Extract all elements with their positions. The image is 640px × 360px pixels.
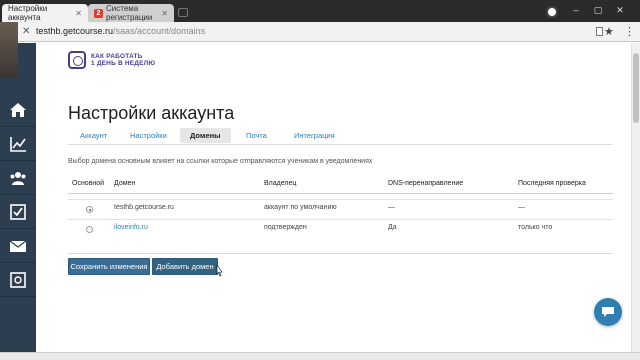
school-logo[interactable]: КАК РАБОТАТЬ 1 ДЕНЬ В НЕДЕЛЮ [68,51,155,69]
tab-integration[interactable]: Интеграция [294,128,335,143]
save-changes-button[interactable]: Сохранить изменения [68,258,150,275]
browser-tab-label: Настройки аккаунта [8,4,48,22]
page-icon[interactable] [596,27,603,36]
sidebar-item-home[interactable] [0,93,36,127]
sidebar-item-stats[interactable] [0,127,36,161]
owner-cell: подтвержден [264,224,307,231]
left-sidebar [0,43,36,352]
table-header: Основной Домен Владелец DNS-перенаправле… [68,179,613,194]
safe-icon [10,271,26,288]
table-row: iloveinfo.ru подтвержден Да только что [68,219,613,239]
minimize-icon[interactable]: – [570,5,582,15]
url-path: /saas/account/domains [113,26,206,36]
mouse-cursor-icon [216,265,223,277]
mail-icon [9,240,27,252]
col-main: Основной [72,180,105,187]
main-content: КАК РАБОТАТЬ 1 ДЕНЬ В НЕДЕЛЮ Настройки а… [36,43,631,352]
col-last-check: Последняя проверка [518,180,586,187]
url-domain: testhb.getcourse.ru [36,26,114,36]
sidebar-item-mail[interactable] [0,229,36,263]
tab-settings[interactable]: Настройки [130,128,167,143]
col-owner: Владелец [264,180,297,187]
browser-menu-icon[interactable]: ⋮ [624,25,635,38]
tab-domains[interactable]: Домены [180,128,231,143]
chart-icon [10,136,26,152]
close-icon[interactable]: ✕ [75,9,82,18]
logo-line-2: 1 ДЕНЬ В НЕДЕЛЮ [91,60,156,67]
domain-link[interactable]: iloveinfo.ru [114,224,148,231]
close-window-icon[interactable]: ✕ [614,5,626,15]
table-row: testhb.getcourse.ru аккаунт по умолчанию… [68,199,613,219]
dns-cell: Да [388,224,397,231]
main-domain-radio[interactable] [86,226,93,233]
domain-hint-text: Выбор домена основным влияет на ссылки к… [68,158,373,165]
address-bar: ✕ testhb.getcourse.ru/saas/account/domai… [0,22,640,42]
sidebar-item-users[interactable] [0,161,36,195]
dns-cell: — [388,204,395,211]
browser-tab-bar: Настройки аккаунта ✕ 2 Система регистрац… [0,0,640,22]
logo-text: КАК РАБОТАТЬ 1 ДЕНЬ В НЕДЕЛЮ [91,53,155,67]
users-icon [10,171,26,185]
last-check-cell: только что [518,224,553,231]
url-field[interactable]: testhb.getcourse.ru/saas/account/domains [36,26,205,36]
chat-bubble-icon [602,307,614,317]
col-domain: Домен [114,180,136,187]
tab-account[interactable]: Аккаунт [80,128,107,143]
add-domain-button[interactable]: Добавить домен [152,258,218,275]
tab-mail[interactable]: Почта [246,128,267,143]
page-scrollbar[interactable] [631,43,640,352]
browser-tab-inactive[interactable]: 2 Система регистрации ✕ [88,4,174,22]
webcam-avatar [0,22,18,78]
chat-button[interactable] [594,298,622,326]
bookmark-star-icon[interactable]: ★ [604,25,614,38]
scrollbar-thumb[interactable] [633,53,639,123]
domain-cell: testhb.getcourse.ru [114,204,174,211]
logo-line-1: КАК РАБОТАТЬ [91,53,143,60]
sidebar-item-safe[interactable] [0,263,36,297]
soccer-ball-icon [546,6,558,18]
header-divider [68,193,613,194]
favicon-icon: 2 [94,8,103,18]
browser-tab-label: Система регистрации [106,4,153,22]
tabs-divider [68,144,613,145]
checkbox-icon [10,203,26,220]
col-dns: DNS-перенаправление [388,180,464,187]
browser-tab-active[interactable]: Настройки аккаунта ✕ [2,4,88,22]
logo-icon [68,51,86,69]
close-icon[interactable]: ✕ [161,9,168,18]
sidebar-item-tasks[interactable] [0,195,36,229]
new-tab-button[interactable] [178,8,188,17]
maximize-icon[interactable]: ▢ [592,5,604,15]
stop-loading-icon[interactable]: ✕ [22,26,30,37]
status-bar [0,352,640,360]
page-title: Настройки аккаунта [68,103,235,123]
main-domain-radio[interactable] [86,206,93,213]
owner-cell: аккаунт по умолчанию [264,204,337,211]
home-icon [10,102,26,117]
actions-divider [68,253,613,254]
last-check-cell: — [518,204,525,211]
